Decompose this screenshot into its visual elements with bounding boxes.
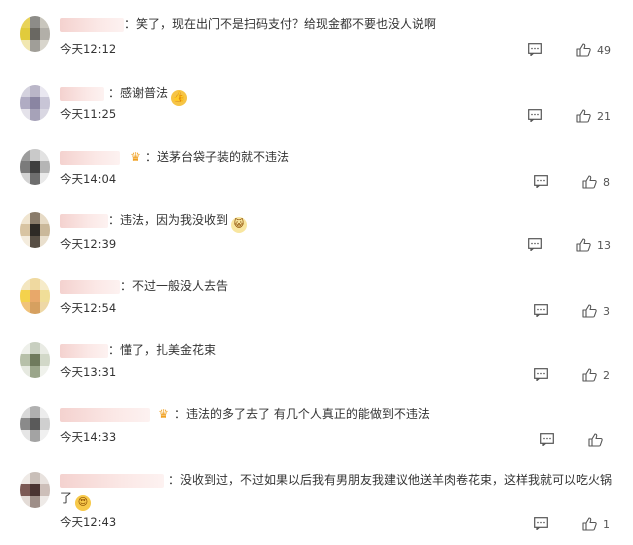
reply-button[interactable] — [528, 43, 542, 56]
timestamp: 今天14:33 — [60, 430, 117, 444]
separator: ： — [108, 343, 121, 357]
comment-text: 不过一般没人去告 — [132, 279, 229, 293]
like-count: 8 — [603, 175, 610, 189]
separator: ： — [124, 17, 137, 31]
avatar[interactable] — [20, 472, 50, 508]
like-button[interactable]: 49 — [576, 43, 611, 57]
reply-button[interactable] — [528, 238, 542, 251]
like-count: 21 — [597, 109, 611, 123]
comment-text: 违法，因为我没收到 — [120, 213, 229, 227]
separator: ： — [108, 213, 121, 227]
like-count: 49 — [597, 43, 611, 57]
comment-icon — [528, 43, 542, 56]
timestamp: 今天13:31 — [60, 365, 117, 379]
like-count: 13 — [597, 238, 611, 252]
heart-eyes-emoji-icon: 😍 — [75, 495, 92, 511]
avatar[interactable] — [20, 342, 50, 378]
thumbs-up-icon — [582, 304, 597, 318]
avatar[interactable] — [20, 149, 50, 185]
avatar[interactable] — [20, 212, 50, 248]
like-button[interactable] — [588, 433, 609, 447]
comment-icon — [540, 433, 554, 446]
timestamp: 今天12:12 — [60, 42, 117, 56]
like-count: 3 — [603, 304, 610, 318]
timestamp: 今天12:54 — [60, 301, 117, 315]
separator: ： — [168, 473, 181, 487]
comment-icon — [534, 175, 548, 188]
like-button[interactable]: 21 — [576, 109, 611, 123]
separator: ： — [108, 86, 121, 100]
username-masked[interactable] — [60, 344, 108, 358]
timestamp: 今天12:39 — [60, 237, 117, 251]
reply-button[interactable] — [534, 517, 548, 530]
reply-button[interactable] — [540, 433, 554, 446]
username-masked[interactable] — [60, 408, 150, 422]
timestamp: 今天11:25 — [60, 107, 117, 121]
comment-icon — [534, 517, 548, 530]
username-masked[interactable] — [60, 18, 124, 32]
username-masked[interactable] — [60, 151, 120, 165]
crown-badge-icon: ♛ — [130, 150, 141, 164]
timestamp: 今天12:43 — [60, 515, 117, 529]
crown-badge-icon: ♛ — [158, 407, 169, 421]
thumbs-up-icon — [588, 433, 603, 447]
separator: ： — [120, 279, 133, 293]
reply-button[interactable] — [534, 368, 548, 381]
comment-text: 送茅台袋子装的就不违法 — [157, 150, 290, 164]
like-button[interactable]: 8 — [582, 175, 610, 189]
comment-text-continued: 了 — [60, 491, 73, 505]
like-count: 1 — [603, 517, 610, 531]
thumbs-up-icon — [582, 175, 597, 189]
like-button[interactable]: 3 — [582, 304, 610, 318]
reply-button[interactable] — [534, 175, 548, 188]
username-masked[interactable] — [60, 474, 164, 488]
like-count: 2 — [603, 368, 610, 382]
reply-button[interactable] — [528, 109, 542, 122]
cat-emoji-icon: 😺 — [231, 217, 248, 233]
thumbs-up-icon — [582, 517, 597, 531]
comment-text: 感谢普法 — [120, 86, 169, 100]
separator: ： — [174, 407, 187, 421]
username-masked[interactable] — [60, 214, 108, 228]
like-button[interactable]: 13 — [576, 238, 611, 252]
timestamp: 今天14:04 — [60, 172, 117, 186]
comment-text: 违法的多了去了 有几个人真正的能做到不违法 — [186, 407, 430, 421]
thumbs-up-icon — [576, 238, 591, 252]
comment-icon — [528, 109, 542, 122]
thumbs-up-icon — [576, 43, 591, 57]
comment-icon — [534, 368, 548, 381]
like-button[interactable]: 1 — [582, 517, 610, 531]
separator: ： — [145, 150, 158, 164]
reply-button[interactable] — [534, 304, 548, 317]
avatar[interactable] — [20, 278, 50, 314]
comment-text: 懂了，扎美金花束 — [120, 343, 217, 357]
like-button[interactable]: 2 — [582, 368, 610, 382]
comment-icon — [534, 304, 548, 317]
thumbs-up-icon — [582, 368, 597, 382]
username-masked[interactable] — [60, 87, 104, 101]
comment-text: 没收到过，不过如果以后我有男朋友我建议他送羊肉卷花束，这样我就可以吃火锅 — [180, 473, 613, 487]
thumbs-up-emoji-icon: 👍 — [171, 90, 188, 106]
username-masked[interactable] — [60, 280, 120, 294]
thumbs-up-icon — [576, 109, 591, 123]
avatar[interactable] — [20, 16, 50, 52]
comment-icon — [528, 238, 542, 251]
avatar[interactable] — [20, 406, 50, 442]
comment-text: 笑了，现在出门不是扫码支付？给现金都不要也没人说啊 — [136, 17, 437, 31]
avatar[interactable] — [20, 85, 50, 121]
